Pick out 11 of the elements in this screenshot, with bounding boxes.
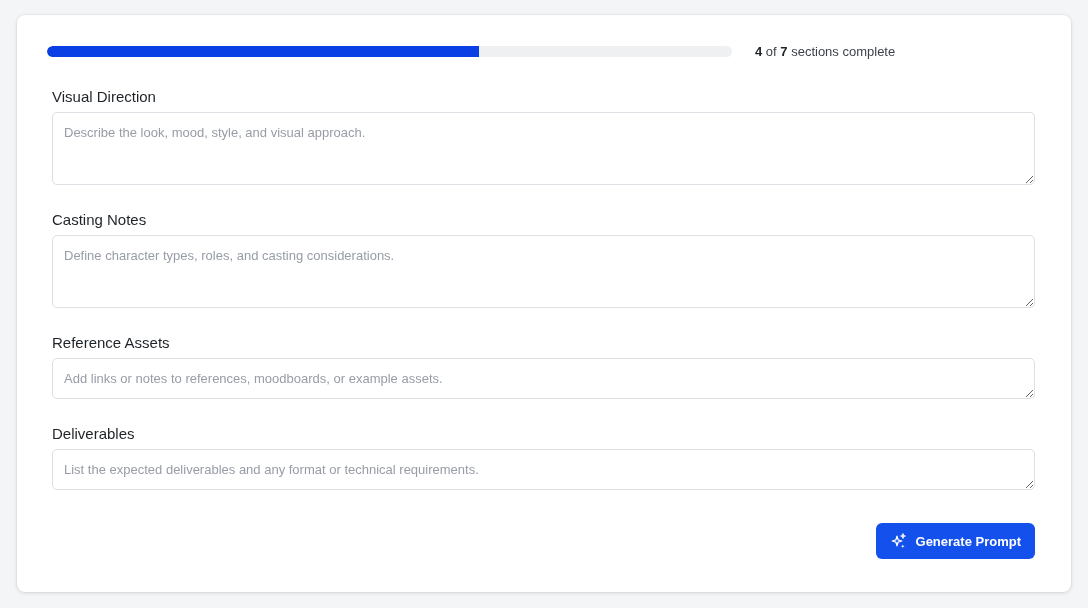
progress-summary: 4 of 7 sections complete	[755, 44, 896, 59]
sparkle-icon	[890, 533, 907, 549]
text-area[interactable]: Describe the look, mood, style, and visual approach.	[52, 112, 1035, 185]
field-label: Deliverables	[52, 424, 135, 443]
field-label: Reference Assets	[52, 333, 170, 352]
text-area[interactable]: List the expected deliverables and any format or technical requirements.	[52, 449, 1035, 490]
text-area[interactable]: Define character types, roles, and casting considerations.	[52, 235, 1035, 308]
field-label: Casting Notes	[52, 210, 147, 229]
text-area[interactable]: Add links or notes to references, moodboards, or example assets.	[52, 358, 1035, 399]
generate-prompt-button[interactable]: Generate Prompt	[875, 523, 1035, 559]
field-label: Visual Direction	[52, 87, 156, 106]
